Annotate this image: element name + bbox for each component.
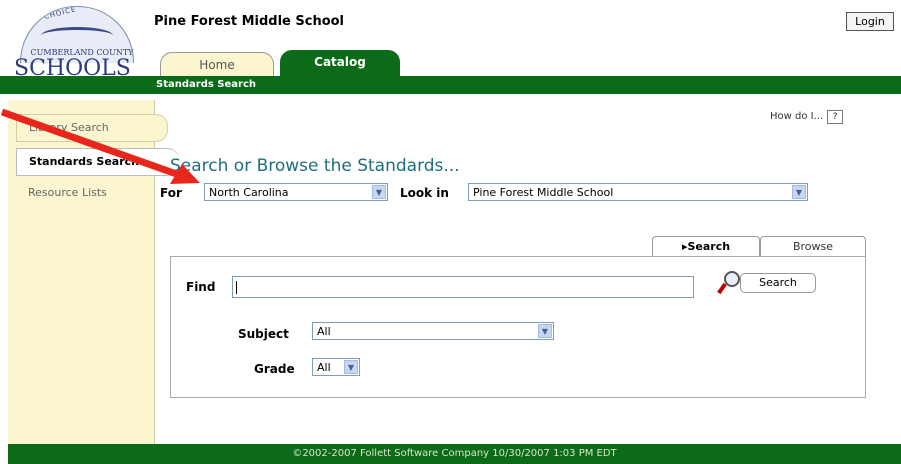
annotation-arrow-shaft <box>0 108 184 180</box>
annotation-arrow <box>0 108 200 184</box>
